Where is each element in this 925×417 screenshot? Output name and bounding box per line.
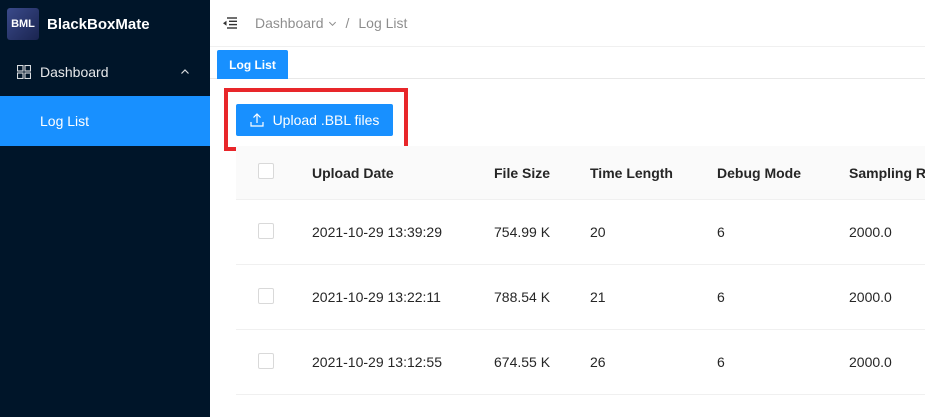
header: Dashboard / Log List	[210, 0, 925, 47]
breadcrumb-item-log-list: Log List	[358, 15, 408, 31]
row-checkbox[interactable]	[258, 352, 274, 369]
menu-fold-icon[interactable]	[223, 17, 237, 29]
cell-sampling-rate: 2000.0	[849, 289, 892, 305]
cell-debug-mode: 6	[717, 354, 725, 370]
logo-icon: BML	[7, 8, 39, 40]
cell-sampling-rate: 2000.0	[849, 354, 892, 370]
breadcrumb-separator: /	[345, 15, 350, 31]
dashboard-submenu: Log List	[0, 96, 210, 146]
page-tabs: Log List	[210, 47, 925, 79]
row-checkbox[interactable]	[258, 222, 274, 239]
upload-button[interactable]: Upload .BBL files	[236, 104, 393, 136]
app-logo[interactable]: BML BlackBoxMate	[0, 0, 210, 48]
cell-upload-date: 2021-10-29 13:12:55	[312, 354, 442, 370]
select-all-checkbox[interactable]	[258, 163, 274, 179]
chevron-down-icon[interactable]	[328, 19, 337, 28]
cell-file-size: 674.55 K	[494, 354, 551, 370]
cell-sampling-rate: 2000.0	[849, 224, 892, 240]
cell-time-length: 21	[590, 289, 606, 305]
sidebar-item-dashboard[interactable]: Dashboard	[0, 48, 210, 96]
table-row[interactable]: 2021-10-29 13:12:55 674.55 K 26 6 2000.0	[236, 330, 925, 395]
log-table: Upload Date File Size Time Length Debug …	[236, 146, 925, 395]
column-header-file-size[interactable]: File Size	[494, 165, 590, 181]
cell-time-length: 20	[590, 224, 606, 240]
sidebar: BML BlackBoxMate Dashboard Log List	[0, 0, 210, 417]
cell-debug-mode: 6	[717, 289, 725, 305]
chevron-up-icon	[181, 69, 189, 74]
sidebar-item-log-list[interactable]: Log List	[0, 96, 210, 146]
table-row[interactable]: 2021-10-29 13:39:29 754.99 K 20 6 2000.0	[236, 200, 925, 265]
cell-time-length: 26	[590, 354, 606, 370]
cell-file-size: 788.54 K	[494, 289, 551, 305]
app-title: BlackBoxMate	[47, 15, 150, 33]
sidebar-item-label: Log List	[40, 113, 90, 129]
table-header: Upload Date File Size Time Length Debug …	[236, 146, 925, 200]
main-content: Upload .BBL files Upload Date File Size …	[210, 79, 925, 417]
dashboard-icon	[17, 65, 31, 79]
tab-log-list[interactable]: Log List	[217, 50, 288, 79]
cell-file-size: 754.99 K	[494, 224, 551, 240]
column-header-sampling-rate[interactable]: Sampling Ra	[849, 165, 925, 181]
upload-icon	[249, 113, 264, 127]
cell-debug-mode: 6	[717, 224, 725, 240]
sidebar-item-label: Dashboard	[40, 64, 109, 80]
breadcrumb: Dashboard / Log List	[255, 15, 407, 31]
column-header-time-length[interactable]: Time Length	[590, 165, 717, 181]
upload-button-label: Upload .BBL files	[272, 112, 380, 128]
column-header-upload-date[interactable]: Upload Date	[312, 165, 494, 181]
cell-upload-date: 2021-10-29 13:22:11	[312, 289, 441, 305]
row-checkbox[interactable]	[258, 287, 274, 304]
breadcrumb-item-dashboard[interactable]: Dashboard	[255, 15, 324, 31]
cell-upload-date: 2021-10-29 13:39:29	[312, 224, 442, 240]
table-row[interactable]: 2021-10-29 13:22:11 788.54 K 21 6 2000.0	[236, 265, 925, 330]
column-header-debug-mode[interactable]: Debug Mode	[717, 165, 849, 181]
